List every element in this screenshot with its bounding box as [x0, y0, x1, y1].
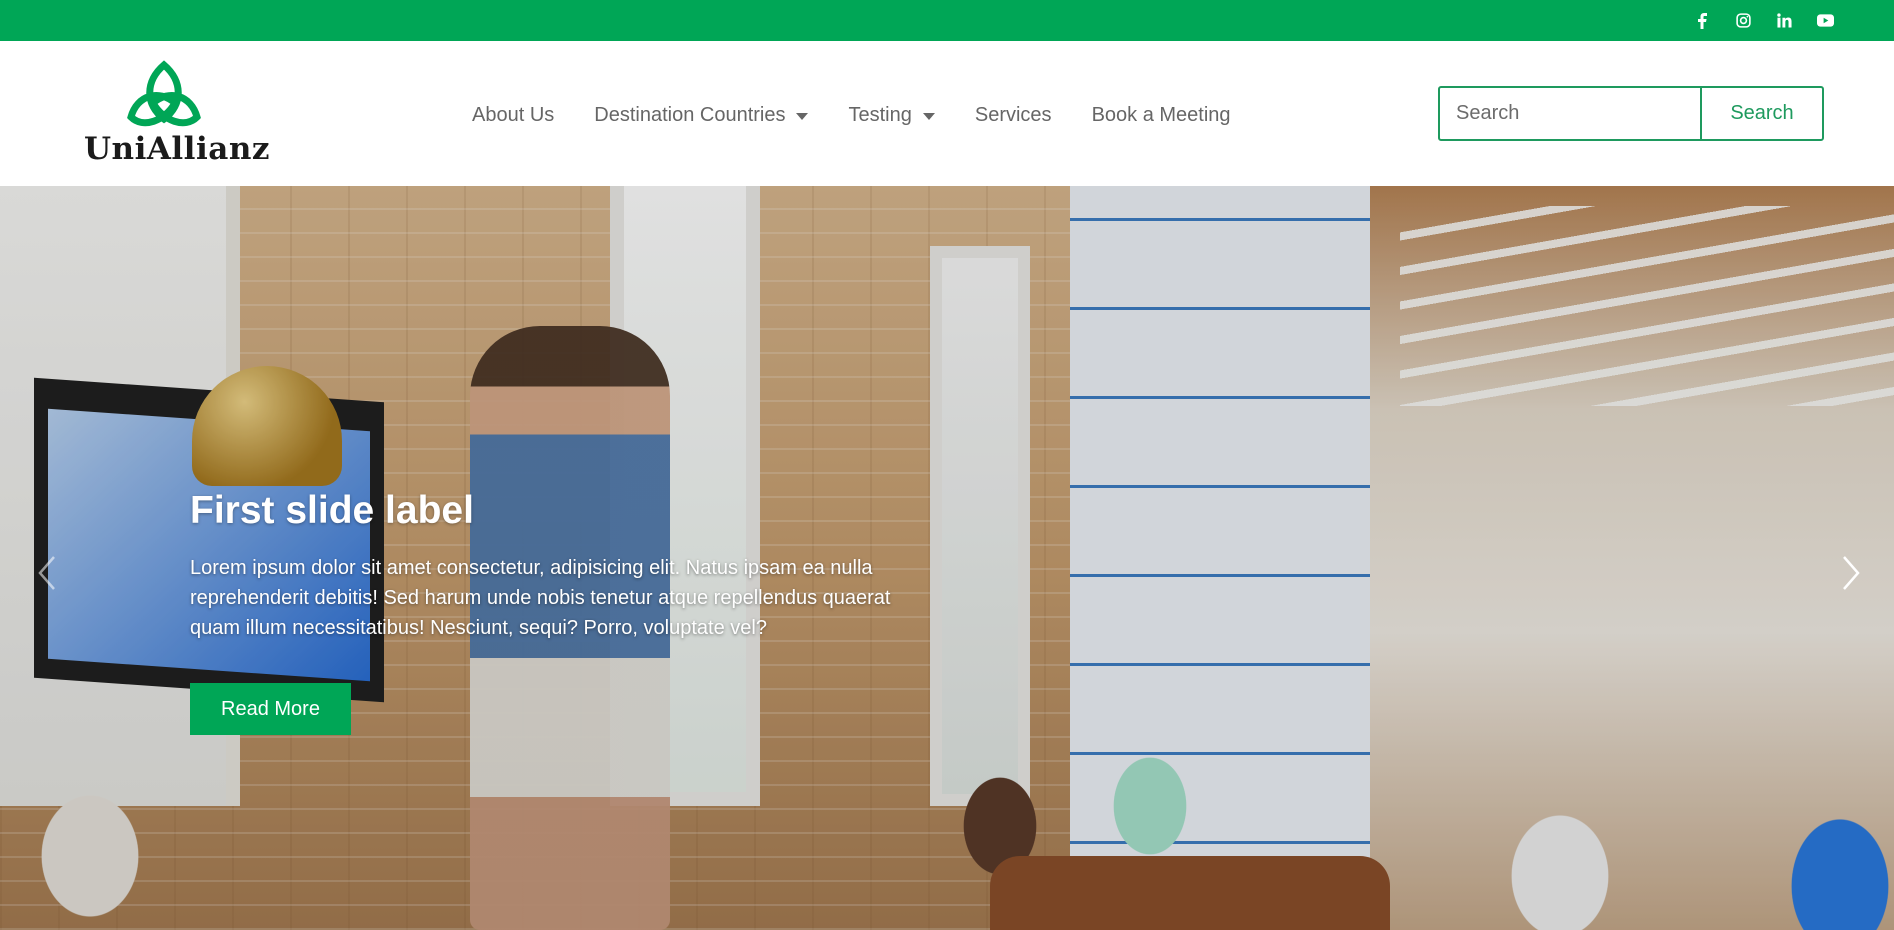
nav-item-testing[interactable]: Testing — [848, 104, 935, 127]
carousel-next-button[interactable] — [1836, 543, 1866, 603]
nav-item-book-a-meeting[interactable]: Book a Meeting — [1092, 104, 1231, 127]
search-input[interactable] — [1440, 88, 1700, 139]
main-menu: About Us Destination Countries Testing S… — [472, 104, 1271, 127]
caret-down-icon — [922, 113, 935, 120]
carousel-caption: First slide label Lorem ipsum dolor sit … — [190, 488, 910, 643]
youtube-icon[interactable] — [1817, 12, 1834, 29]
nav-item-about-us[interactable]: About Us — [472, 104, 554, 127]
brand-name: UniAllianz — [84, 131, 270, 167]
linkedin-icon[interactable] — [1776, 12, 1793, 29]
brand-logo[interactable]: UniAllianz — [84, 59, 269, 171]
caret-down-icon — [796, 113, 809, 120]
nav-item-label: Destination Countries — [594, 104, 786, 126]
top-bar — [0, 0, 1894, 41]
instagram-icon[interactable] — [1735, 12, 1752, 29]
nav-item-services[interactable]: Services — [975, 104, 1052, 127]
social-links — [1694, 12, 1834, 29]
chevron-right-icon — [1843, 556, 1860, 590]
nav-item-label: Testing — [848, 104, 912, 126]
search-button[interactable]: Search — [1700, 88, 1822, 139]
carousel-prev-button[interactable] — [32, 543, 62, 603]
slide-text: Lorem ipsum dolor sit amet consectetur, … — [190, 556, 891, 639]
nav-item-destination-countries[interactable]: Destination Countries — [594, 104, 809, 127]
nav-item-label: Book a Meeting — [1091, 104, 1231, 126]
slide-title: First slide label — [190, 489, 474, 532]
triquetra-icon — [127, 60, 201, 127]
chevron-left-icon — [38, 556, 55, 590]
hero-carousel: First slide label Lorem ipsum dolor sit … — [0, 186, 1894, 930]
nav-item-label: About Us — [472, 104, 555, 126]
nav-item-label: Services — [974, 104, 1052, 126]
read-more-button[interactable]: Read More — [190, 683, 351, 735]
facebook-icon[interactable] — [1694, 12, 1711, 29]
search-form: Search — [1438, 86, 1824, 141]
